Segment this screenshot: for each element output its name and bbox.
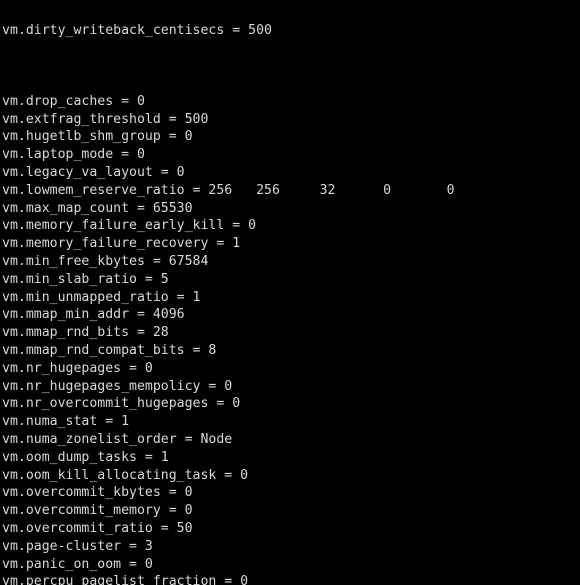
terminal-line: vm.nr_hugepages = 0 — [2, 360, 153, 376]
terminal-line: vm.drop_caches = 0 — [2, 93, 145, 109]
terminal-line: vm.mmap_min_addr = 4096 — [2, 307, 185, 323]
terminal-line: vm.page-cluster = 3 — [2, 538, 153, 554]
terminal-line: vm.lowmem_reserve_ratio = 256 256 32 0 0 — [2, 182, 455, 198]
terminal-line: vm.nr_overcommit_hugepages = 0 — [2, 396, 241, 412]
terminal-line: vm.nr_hugepages_mempolicy = 0 — [2, 378, 233, 394]
terminal-line: vm.mmap_rnd_compat_bits = 8 — [2, 342, 217, 358]
terminal-line: vm.min_free_kbytes = 67584 — [2, 253, 209, 269]
terminal-line: vm.mmap_rnd_bits = 28 — [2, 325, 169, 341]
terminal-line: vm.min_unmapped_ratio = 1 — [2, 289, 201, 305]
terminal-line: vm.oom_kill_allocating_task = 0 — [2, 467, 249, 483]
terminal-line-scrolled-off: vm.dirty_writeback_centisecs = 500 — [2, 22, 272, 38]
terminal-line: vm.hugetlb_shm_group = 0 — [2, 129, 193, 145]
terminal-line: vm.memory_failure_recovery = 1 — [2, 236, 241, 252]
terminal-line: vm.percpu_pagelist_fraction = 0 — [2, 574, 249, 585]
terminal-line: vm.memory_failure_early_kill = 0 — [2, 218, 257, 234]
terminal-line: vm.overcommit_memory = 0 — [2, 503, 193, 519]
terminal-line: vm.laptop_mode = 0 — [2, 147, 145, 163]
terminal-line: vm.legacy_va_layout = 0 — [2, 164, 185, 180]
terminal-line: vm.extfrag_threshold = 500 — [2, 111, 209, 127]
terminal-line: vm.numa_zonelist_order = Node — [2, 431, 233, 447]
terminal-line: vm.overcommit_kbytes = 0 — [2, 485, 193, 501]
sysctl-output-list: vm.drop_caches = 0 vm.extfrag_threshold =… — [2, 93, 580, 585]
terminal-line: vm.max_map_count = 65530 — [2, 200, 193, 216]
terminal-line: vm.overcommit_ratio = 50 — [2, 520, 193, 536]
terminal-line: vm.panic_on_oom = 0 — [2, 556, 153, 572]
terminal-window[interactable]: vm.dirty_writeback_centisecs = 500 vm.dr… — [0, 0, 580, 585]
terminal-line: vm.numa_stat = 1 — [2, 414, 130, 430]
terminal-line: vm.oom_dump_tasks = 1 — [2, 449, 169, 465]
terminal-screen: vm.dirty_writeback_centisecs = 500 vm.dr… — [2, 0, 580, 585]
terminal-line: vm.min_slab_ratio = 5 — [2, 271, 169, 287]
